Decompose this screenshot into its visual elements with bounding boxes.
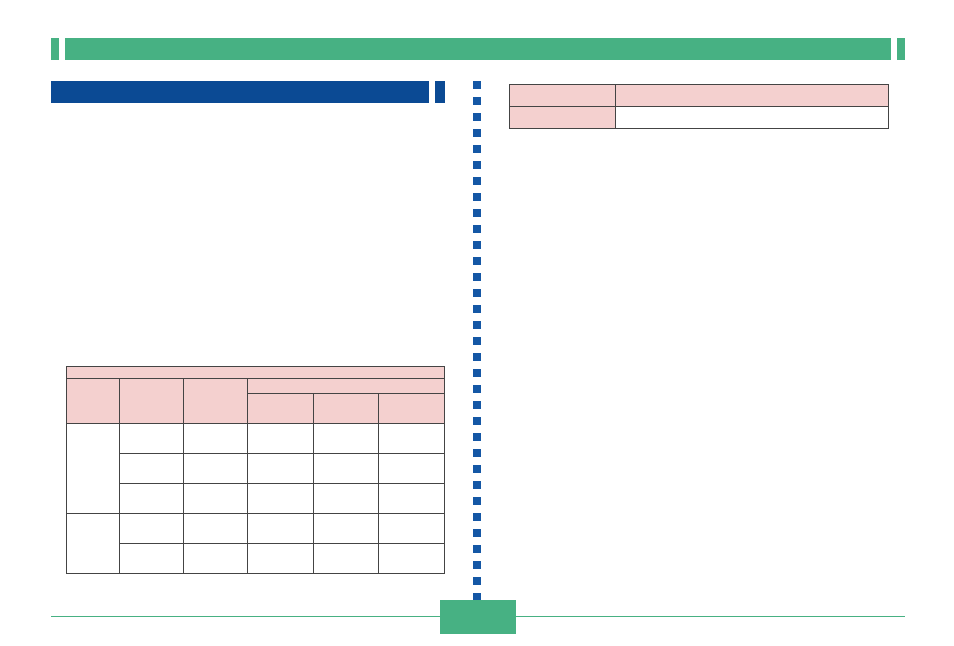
ltable-r2c6 — [379, 454, 445, 484]
ltable-r4c5 — [313, 514, 379, 544]
ltable-r5c2 — [119, 544, 183, 574]
ltable-r3c2 — [119, 484, 183, 514]
header-notch-right — [891, 38, 897, 60]
ltable-r3c4 — [248, 484, 314, 514]
ltable-g1-c1 — [67, 424, 120, 514]
rtable-r1c1 — [510, 107, 616, 129]
section-header-bar — [51, 81, 445, 103]
ltable-r4c3 — [184, 514, 248, 544]
ltable-r2c2 — [119, 454, 183, 484]
ltable-h-group — [248, 379, 445, 394]
ltable-h-c1 — [67, 379, 120, 424]
ltable-r2c5 — [313, 454, 379, 484]
right-small-table — [509, 84, 889, 129]
ltable-r1c6 — [379, 424, 445, 454]
ltable-r3c3 — [184, 484, 248, 514]
column-divider — [473, 81, 481, 601]
left-grid-table — [66, 366, 445, 574]
ltable-r4c4 — [248, 514, 314, 544]
ltable-h-s3 — [379, 394, 445, 424]
ltable-r1c4 — [248, 424, 314, 454]
ltable-r5c4 — [248, 544, 314, 574]
ltable-r5c3 — [184, 544, 248, 574]
ltable-r3c6 — [379, 484, 445, 514]
ltable-h-c2 — [119, 379, 183, 424]
page-number-badge — [440, 600, 516, 634]
ltable-r5c6 — [379, 544, 445, 574]
ltable-topstrip — [67, 367, 445, 379]
ltable-g2-c1 — [67, 514, 120, 574]
ltable-h-s1 — [248, 394, 314, 424]
rtable-h2 — [616, 85, 889, 107]
ltable-r4c2 — [119, 514, 183, 544]
ltable-r1c3 — [184, 424, 248, 454]
ltable-h-s2 — [313, 394, 379, 424]
ltable-r4c6 — [379, 514, 445, 544]
ltable-r1c5 — [313, 424, 379, 454]
rtable-h1 — [510, 85, 616, 107]
section-header-notch — [429, 81, 435, 103]
ltable-h-c3 — [184, 379, 248, 424]
ltable-r5c5 — [313, 544, 379, 574]
rtable-r1c2 — [616, 107, 889, 129]
page-header-bar — [51, 38, 905, 60]
header-notch-left — [59, 38, 65, 60]
ltable-r1c2 — [119, 424, 183, 454]
ltable-r2c4 — [248, 454, 314, 484]
ltable-r3c5 — [313, 484, 379, 514]
ltable-r2c3 — [184, 454, 248, 484]
